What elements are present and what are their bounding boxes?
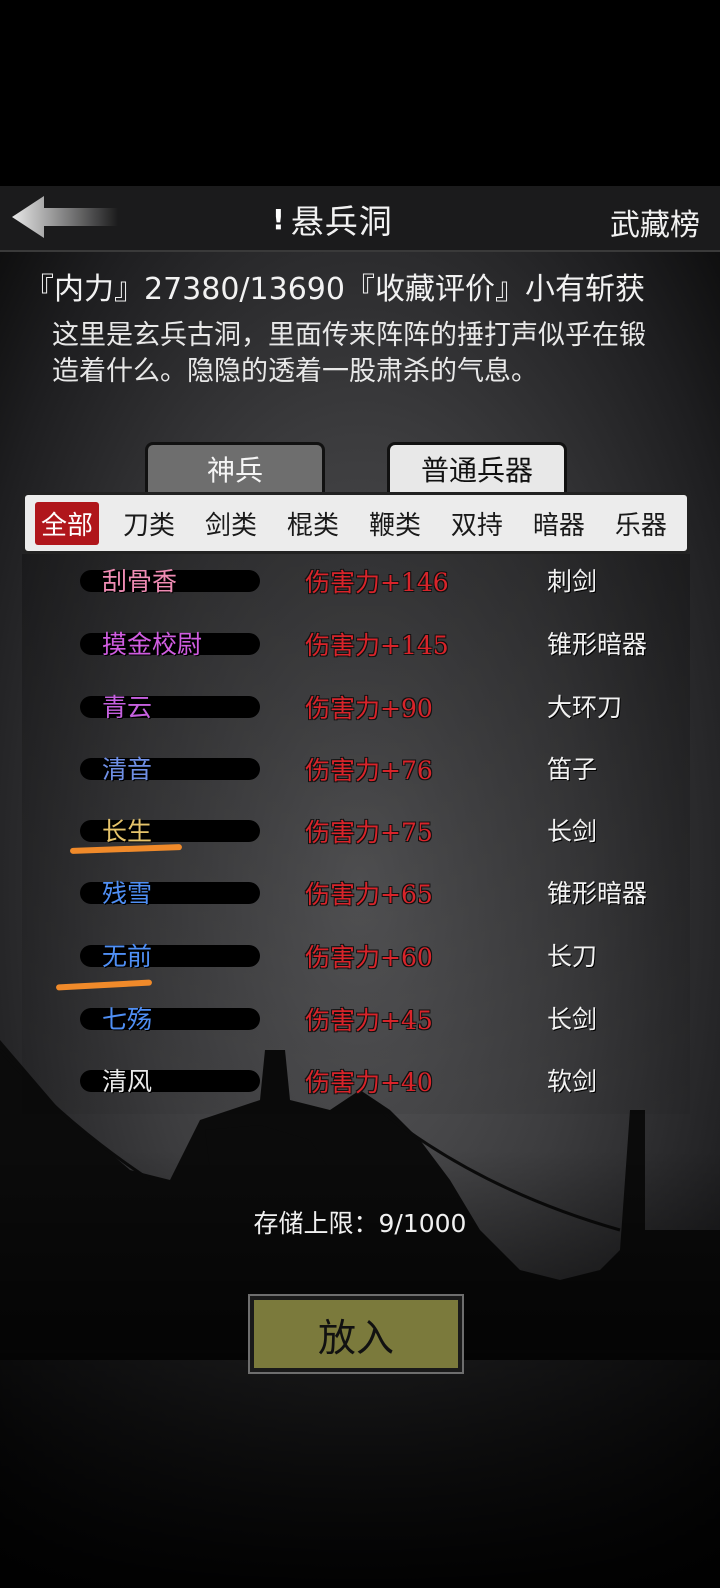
weapon-type: 长剑 xyxy=(547,817,598,846)
weapon-name: 长生 xyxy=(102,817,153,846)
status-bar-area xyxy=(0,0,720,186)
filter-whips[interactable]: 鞭类 xyxy=(363,502,427,545)
weapon-name: 摸金校尉 xyxy=(102,630,203,659)
weapon-damage: 伤害力+60 xyxy=(305,943,433,972)
weapon-damage: 伤害力+146 xyxy=(305,568,449,597)
weapon-type: 笛子 xyxy=(547,755,598,784)
alert-icon: ! xyxy=(272,202,285,236)
weapon-damage: 伤害力+90 xyxy=(305,694,433,723)
back-arrow-icon[interactable] xyxy=(10,194,120,240)
weapon-type: 锥形暗器 xyxy=(547,879,648,908)
weapon-damage: 伤害力+45 xyxy=(305,1006,433,1035)
weapon-name: 清音 xyxy=(102,755,153,784)
tab-normal-weapons[interactable]: 普通兵器 xyxy=(387,442,567,492)
weapon-row[interactable]: 清风 伤害力+40 软剑 xyxy=(22,1056,690,1114)
weapon-damage: 伤害力+65 xyxy=(305,880,433,909)
weapon-damage: 伤害力+145 xyxy=(305,631,449,660)
ranking-button[interactable]: 武藏榜 xyxy=(610,200,700,244)
filter-all[interactable]: 全部 xyxy=(35,501,100,545)
weapon-damage: 伤害力+75 xyxy=(305,818,433,847)
filter-instruments[interactable]: 乐器 xyxy=(609,502,673,545)
weapon-name: 无前 xyxy=(102,942,153,971)
weapon-name: 七殇 xyxy=(102,1005,153,1034)
weapon-type: 刺剑 xyxy=(547,567,598,596)
weapon-type: 长剑 xyxy=(547,1005,598,1034)
weapon-name: 刮骨香 xyxy=(102,567,178,596)
weapon-damage: 伤害力+76 xyxy=(305,756,433,785)
filter-hidden-weapons[interactable]: 暗器 xyxy=(527,502,591,545)
weapon-name: 清风 xyxy=(102,1067,153,1096)
weapon-row[interactable]: 摸金校尉 伤害力+145 锥形暗器 xyxy=(22,619,690,677)
weapon-type: 锥形暗器 xyxy=(547,630,648,659)
header-bar: ! 悬兵洞 武藏榜 xyxy=(0,186,720,252)
weapon-type: 长刀 xyxy=(547,942,598,971)
filter-blades[interactable]: 刀类 xyxy=(117,502,181,545)
filter-swords[interactable]: 剑类 xyxy=(199,502,263,545)
description: 这里是玄兵古洞，里面传来阵阵的捶打声似乎在锻造着什么。隐隐的透着一股肃杀的气息。 xyxy=(52,320,646,387)
filter-bar: 全部 刀类 剑类 棍类 鞭类 双持 暗器 乐器 xyxy=(22,492,690,554)
weapon-row[interactable]: 青云 伤害力+90 大环刀 xyxy=(22,682,690,740)
weapon-type: 大环刀 xyxy=(547,693,623,722)
weapon-row[interactable]: 长生 伤害力+75 长剑 xyxy=(22,806,690,864)
put-in-button[interactable]: 放入 xyxy=(250,1296,462,1372)
weapon-damage: 伤害力+40 xyxy=(305,1068,433,1097)
tab-divine-weapons[interactable]: 神兵 xyxy=(145,442,325,492)
filter-dual[interactable]: 双持 xyxy=(445,502,509,545)
filter-staffs[interactable]: 棍类 xyxy=(281,502,345,545)
weapon-name: 残雪 xyxy=(102,879,153,908)
storage-limit: 存储上限：9/1000 xyxy=(253,1209,467,1238)
title-group: ! 悬兵洞 xyxy=(272,194,393,244)
weapon-type: 软剑 xyxy=(547,1067,598,1096)
weapon-row[interactable]: 刮骨香 伤害力+146 刺剑 xyxy=(22,556,690,614)
weapon-row[interactable]: 七殇 伤害力+45 长剑 xyxy=(22,994,690,1052)
weapon-row[interactable]: 清音 伤害力+76 笛子 xyxy=(22,744,690,802)
stats-line: 『内力』27380/13690『收藏评价』小有斩获 xyxy=(24,272,645,307)
weapon-name: 青云 xyxy=(102,693,153,722)
weapon-row[interactable]: 残雪 伤害力+65 锥形暗器 xyxy=(22,868,690,926)
page-title: 悬兵洞 xyxy=(290,202,393,241)
